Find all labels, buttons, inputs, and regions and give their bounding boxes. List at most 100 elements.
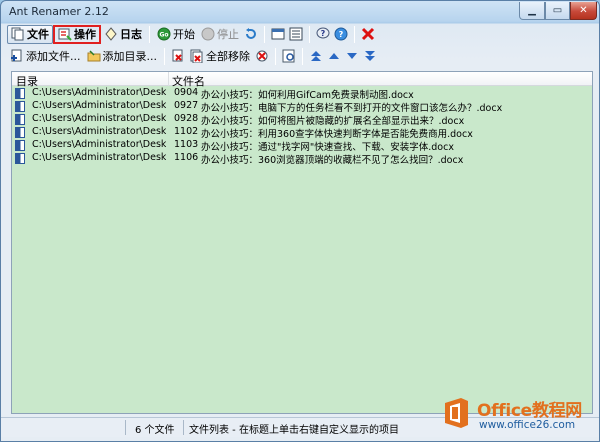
remove-file-icon (172, 49, 183, 62)
remove-missing-icon (256, 50, 268, 62)
row-number: 1102 (174, 126, 199, 137)
add-files-button[interactable]: 添加文件... (7, 47, 84, 66)
exit-button[interactable] (359, 25, 377, 44)
word-document-icon (15, 140, 25, 151)
remove-dead-button[interactable] (253, 47, 271, 66)
list-item[interactable]: C:\Users\Administrator\Desktop\... 0928 … (12, 113, 592, 127)
row-directory: C:\Users\Administrator\Desktop\... (32, 152, 166, 163)
watermark-brand: Office教程网 (477, 401, 582, 421)
status-divider (183, 420, 184, 435)
window-layout-button[interactable] (269, 25, 287, 44)
minimize-button[interactable]: ▁ (519, 2, 545, 20)
list-rows: C:\Users\Administrator\Desktop\... 0904 … (12, 87, 592, 166)
column-divider[interactable] (168, 72, 169, 86)
preview-button[interactable] (280, 47, 298, 66)
start-button[interactable]: Go 开始 (154, 25, 198, 44)
list-item[interactable]: C:\Users\Administrator\Desktop\... 1102 … (12, 126, 592, 140)
row-number: 0927 (174, 100, 199, 111)
word-document-icon (15, 127, 25, 138)
file-tab-label: 文件 (27, 28, 49, 41)
file-tab-button[interactable]: 文件 (7, 24, 53, 44)
row-number: 0904 (174, 87, 199, 98)
remove-all-label: 全部移除 (206, 50, 250, 63)
batch-button[interactable] (287, 25, 305, 44)
toolbar-separator (264, 25, 265, 43)
add-file-icon (10, 49, 24, 63)
status-file-count: 6 个文件 (135, 425, 175, 436)
row-directory: C:\Users\Administrator\Desktop\... (32, 87, 166, 98)
file-list[interactable]: 目录 文件名 C:\Users\Administrator\Desktop\..… (11, 71, 593, 414)
maximize-button[interactable]: ▭ (545, 2, 570, 20)
add-files-label: 添加文件... (26, 50, 81, 63)
info-icon: ? (334, 27, 348, 41)
list-item[interactable]: C:\Users\Administrator\Desktop\... 0904 … (12, 87, 592, 101)
svg-text:?: ? (339, 30, 344, 39)
go-icon: Go (157, 27, 171, 41)
row-directory: C:\Users\Administrator\Desktop\... (32, 139, 166, 150)
stop-icon (201, 27, 215, 41)
about-button[interactable]: ? (332, 25, 350, 44)
log-icon (104, 27, 118, 41)
remove-all-button[interactable]: 全部移除 (187, 47, 253, 66)
status-message: 文件列表 - 在标题上单击右键自定义显示的项目 (189, 425, 399, 436)
red-x-icon (361, 27, 375, 41)
remove-selected-button[interactable] (169, 47, 187, 66)
double-chevron-down-icon (365, 51, 375, 61)
undo-icon (246, 28, 256, 39)
list-item[interactable]: C:\Users\Administrator\Desktop\... 1103 … (12, 139, 592, 153)
close-button[interactable]: ✕ (570, 2, 597, 20)
row-filename: 办公小技巧：利用360查字体快速判断字体是否能免费商用.docx (201, 129, 473, 140)
row-filename: 办公小技巧：通过"找字网"快速查找、下载、安装字体.docx (201, 142, 454, 153)
window-title: Ant Renamer 2.12 (9, 5, 109, 18)
stop-label: 停止 (217, 28, 239, 41)
move-top-button[interactable] (307, 47, 325, 66)
row-number: 1106 (174, 152, 199, 163)
svg-text:?: ? (321, 29, 326, 38)
row-directory: C:\Users\Administrator\Desktop\... (32, 126, 166, 137)
svg-text:Go: Go (159, 32, 168, 39)
status-divider (125, 420, 126, 435)
start-label: 开始 (173, 28, 195, 41)
add-folder-icon (87, 49, 101, 63)
list-item[interactable]: C:\Users\Administrator\Desktop\... 0927 … (12, 100, 592, 114)
toolbar-separator (309, 25, 310, 43)
row-filename: 办公小技巧：360浏览器顶端的收藏栏不见了怎么找回？.docx (201, 155, 464, 166)
help-bubble-icon: ? (316, 27, 330, 39)
add-folder-label: 添加目录... (102, 50, 158, 63)
toolbar-separator (275, 47, 276, 65)
row-filename: 办公小技巧：如何将图片被隐藏的扩展名全部显示出来？.docx (201, 116, 465, 127)
window-icon (271, 28, 285, 40)
add-folder-button[interactable]: 添加目录... (84, 47, 161, 66)
office-logo-icon (445, 398, 468, 428)
move-up-button[interactable] (325, 47, 343, 66)
toolbar-separator (354, 25, 355, 43)
help-button[interactable]: ? (314, 25, 332, 44)
list-header: 目录 文件名 (12, 72, 592, 88)
action-tab-label: 操作 (74, 28, 96, 41)
action-tab-button[interactable]: 操作 (53, 24, 101, 44)
row-directory: C:\Users\Administrator\Desktop\... (32, 100, 166, 111)
log-tab-button[interactable]: 日志 (101, 25, 145, 44)
undo-button[interactable] (242, 25, 260, 44)
title-bar[interactable]: Ant Renamer 2.12 ▁ ▭ ✕ (1, 1, 599, 23)
log-tab-label: 日志 (120, 28, 142, 41)
double-chevron-up-icon (311, 51, 321, 61)
chevron-up-icon (329, 53, 339, 59)
row-number: 1103 (174, 139, 199, 150)
watermark: Office教程网 www.office26.com (437, 395, 599, 441)
move-down-button[interactable] (343, 47, 361, 66)
toolbar-separator (164, 47, 165, 65)
list-item[interactable]: C:\Users\Administrator\Desktop\... 1106 … (12, 152, 592, 166)
actions-icon (58, 27, 72, 41)
word-document-icon (15, 153, 25, 164)
remove-all-icon (190, 49, 204, 64)
toolbar-separator (149, 25, 150, 43)
move-bottom-button[interactable] (361, 47, 379, 66)
stop-button[interactable]: 停止 (198, 25, 242, 44)
row-filename: 办公小技巧：如何利用GifCam免费录制动图.docx (201, 90, 414, 101)
row-filename: 办公小技巧：电脑下方的任务栏看不到打开的文件窗口该怎么办？.docx (201, 103, 503, 114)
document-stack-icon (11, 27, 25, 41)
chevron-down-icon (347, 53, 357, 59)
main-toolbar: 文件 操作 日志 Go 开始 停止 ? ? (7, 24, 595, 44)
app-window: Ant Renamer 2.12 ▁ ▭ ✕ 文件 操作 日志 Go 开始 停止… (0, 0, 600, 442)
